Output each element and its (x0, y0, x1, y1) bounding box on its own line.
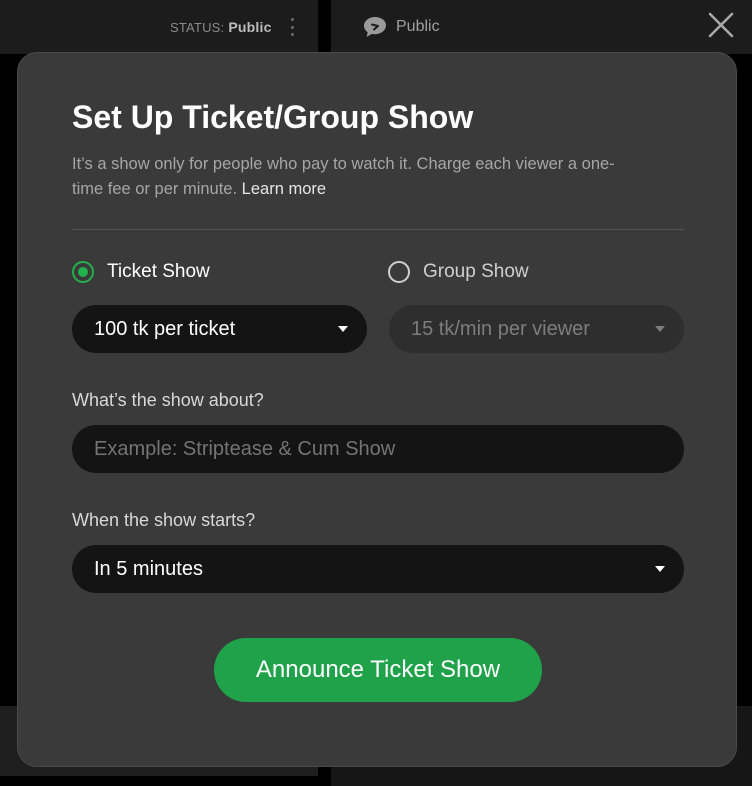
radio-group-show[interactable]: Group Show (388, 261, 529, 283)
ticket-price-value: 100 tk per ticket (94, 317, 236, 340)
description-text: It’s a show only for people who pay to w… (72, 155, 615, 198)
start-time-select[interactable]: In 5 minutes (72, 545, 684, 593)
group-price-value: 15 tk/min per viewer (411, 317, 590, 340)
divider (72, 229, 684, 230)
status-value: Public (228, 19, 272, 35)
radio-unselected-icon[interactable] (388, 261, 410, 283)
status-label: STATUS: (170, 20, 225, 35)
status-indicator: STATUS: Public (170, 19, 272, 35)
modal-title: Set Up Ticket/Group Show (72, 99, 474, 135)
chevron-down-icon (338, 326, 348, 332)
room-header (331, 0, 752, 54)
start-time-value: In 5 minutes (94, 557, 203, 580)
radio-group-show-label: Group Show (423, 261, 529, 282)
radio-selected-icon[interactable] (72, 261, 94, 283)
modal-description: It’s a show only for people who pay to w… (72, 152, 642, 202)
start-label: When the show starts? (72, 510, 256, 530)
radio-ticket-show-label: Ticket Show (107, 261, 210, 282)
room-status-label: Public (396, 18, 440, 35)
ticket-price-select[interactable]: 100 tk per ticket (72, 305, 367, 353)
more-vertical-icon[interactable] (286, 16, 298, 38)
chat-bubble-icon (364, 17, 386, 37)
chevron-down-icon (655, 326, 665, 332)
close-icon[interactable] (706, 10, 736, 40)
announce-ticket-show-button[interactable]: Announce Ticket Show (214, 638, 542, 702)
learn-more-link[interactable]: Learn more (242, 180, 326, 198)
chevron-down-icon (655, 566, 665, 572)
ticket-show-modal: Set Up Ticket/Group Show It’s a show onl… (17, 52, 737, 767)
group-price-select[interactable]: 15 tk/min per viewer (389, 305, 684, 353)
radio-ticket-show[interactable]: Ticket Show (72, 261, 210, 283)
about-label: What’s the show about? (72, 390, 264, 410)
show-about-input[interactable] (72, 425, 684, 473)
